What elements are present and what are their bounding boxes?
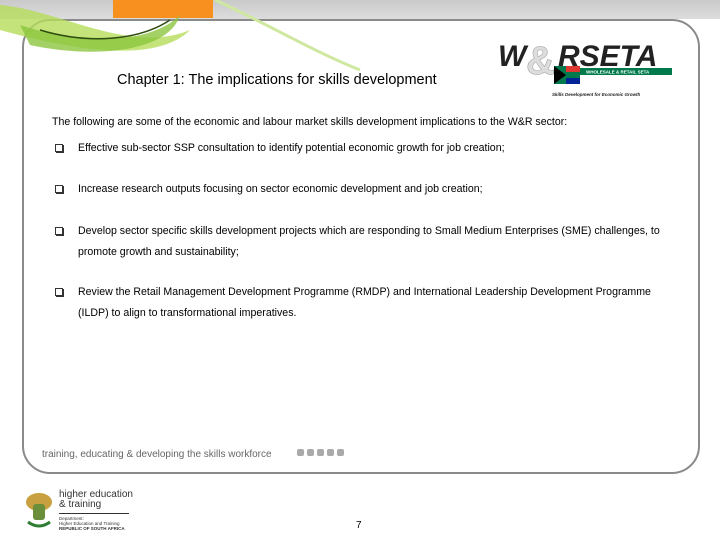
checkbox-bullet-icon	[55, 227, 63, 235]
decorative-dots	[297, 449, 344, 456]
bullet-item: Increase research outputs focusing on se…	[55, 179, 675, 200]
bullet-item: Review the Retail Management Development…	[55, 282, 675, 323]
footer-tagline: training, educating & developing the ski…	[42, 449, 272, 460]
bullet-item: Develop sector specific skills developme…	[55, 221, 675, 262]
checkbox-bullet-icon	[55, 288, 63, 296]
svg-text:W: W	[498, 40, 529, 73]
bullet-item: Effective sub-sector SSP consultation to…	[55, 138, 675, 159]
wrseta-logo: W & RSETA WHOLESALE & RETAIL SETA Skills…	[498, 39, 672, 97]
intro-text: The following are some of the economic a…	[52, 116, 568, 128]
svg-text:Skills Development for Economi: Skills Development for Economic Growth	[552, 92, 641, 97]
checkbox-bullet-icon	[55, 144, 63, 152]
svg-text:WHOLESALE & RETAIL SETA: WHOLESALE & RETAIL SETA	[586, 70, 650, 75]
page-title: Chapter 1: The implications for skills d…	[117, 72, 437, 88]
coat-of-arms-icon	[26, 493, 52, 528]
svg-text:&: &	[526, 39, 555, 83]
checkbox-bullet-icon	[55, 185, 63, 193]
page-number: 7	[356, 520, 362, 531]
dhet-logo-text: higher education & training Department: H…	[59, 489, 133, 531]
